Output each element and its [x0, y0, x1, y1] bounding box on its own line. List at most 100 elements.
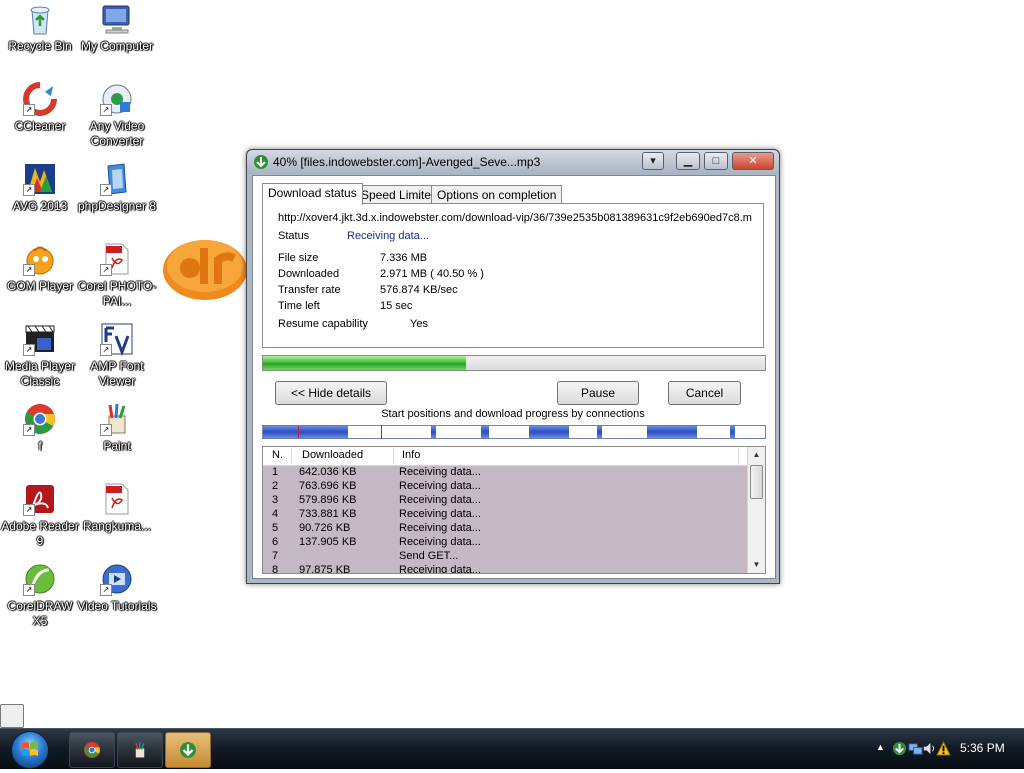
table-row[interactable]: 6 137.905 KB Receiving data...	[263, 536, 748, 550]
status-label: Status	[278, 230, 310, 242]
tab-download-status[interactable]: Download status	[262, 183, 363, 205]
cell-n: 3	[272, 494, 279, 506]
cell-n: 5	[272, 522, 279, 534]
connection-segment	[431, 426, 437, 438]
connection-segment	[263, 426, 349, 438]
video-tutorials-icon: ↗	[100, 562, 134, 596]
table-row[interactable]: 5 90.726 KB Receiving data...	[263, 522, 748, 536]
adobe-reader-icon: ↗	[23, 482, 57, 516]
column-divider[interactable]	[291, 449, 292, 463]
taskbar-chrome-button[interactable]	[69, 732, 115, 768]
column-header-downloaded[interactable]: Downloaded	[302, 449, 363, 461]
desktop-icon-label: AVG 2013	[12, 199, 68, 213]
desktop-icon-label: Adobe Reader 9	[1, 519, 79, 548]
maximize-icon: □	[712, 155, 720, 167]
taskbar-idm-button[interactable]	[165, 732, 211, 768]
table-row[interactable]: 4 733.881 KB Receiving data...	[263, 508, 748, 522]
column-divider[interactable]	[393, 449, 394, 463]
my-computer-icon	[100, 2, 134, 36]
download-progress-bar	[262, 355, 766, 371]
scroll-up-arrow-icon[interactable]: ▲	[748, 447, 765, 463]
cell-downloaded: 642.036 KB	[299, 466, 357, 478]
detail-row-downloaded: Downloaded 2.971 MB ( 40.50 % )	[278, 268, 484, 280]
column-header-info[interactable]: Info	[402, 449, 420, 461]
minimize-button[interactable]: ▁	[676, 152, 700, 170]
coreldraw-icon: ↗	[23, 562, 57, 596]
network-icon[interactable]	[908, 741, 923, 756]
connection-segment	[596, 426, 602, 438]
table-row[interactable]: 3 579.896 KB Receiving data...	[263, 494, 748, 508]
taskbar-paint-button[interactable]	[117, 732, 163, 768]
desktop-icon-chrome[interactable]: ↗ f	[0, 402, 80, 454]
desktop-icon-any-video-converter[interactable]: ↗ Any Video Converter	[77, 82, 157, 149]
table-vertical-scrollbar[interactable]: ▲ ▼	[747, 447, 765, 573]
start-button[interactable]	[11, 731, 49, 769]
cell-info: Receiving data...	[399, 564, 481, 574]
desktop-icon-phpdesigner[interactable]: ↗ phpDesigner 8	[77, 162, 157, 214]
detail-row-file-size: File size 7.336 MB	[278, 252, 427, 264]
windows-logo-icon	[22, 742, 38, 756]
column-header-n[interactable]: N.	[272, 449, 283, 461]
desktop-icon-label: phpDesigner 8	[77, 199, 157, 213]
cell-n: 7	[272, 550, 279, 562]
maximize-button[interactable]: □	[704, 152, 728, 170]
detail-row-transfer-rate: Transfer rate 576.874 KB/sec	[278, 284, 458, 296]
cell-downloaded: 733.881 KB	[299, 508, 357, 520]
desktop-icon-my-computer[interactable]: My Computer	[77, 2, 157, 54]
desktop-icon-adobe-reader[interactable]: ↗ Adobe Reader 9	[0, 482, 80, 549]
table-row[interactable]: 2 763.696 KB Receiving data...	[263, 480, 748, 494]
scroll-thumb[interactable]	[750, 465, 763, 499]
desktop-icon-avg[interactable]: ↗ AVG 2013	[0, 162, 80, 214]
shortcut-arrow-icon: ↗	[100, 184, 112, 196]
minimize-icon: ▁	[683, 155, 693, 167]
desktop-icon-video-tutorials[interactable]: ↗ Video Tutorials	[77, 562, 157, 614]
cell-n: 4	[272, 508, 279, 520]
system-clock[interactable]: 5:36 PM	[960, 741, 1005, 755]
shortcut-arrow-icon: ↗	[23, 344, 35, 356]
hide-details-button[interactable]: << Hide details	[275, 381, 387, 405]
desktop-icon-label: Rangkuma...	[82, 519, 152, 533]
tab-speed-limiter[interactable]: Speed Limiter	[355, 185, 442, 204]
desktop-icon-paint[interactable]: ↗ Paint	[77, 402, 157, 454]
tab-options-on-completion[interactable]: Options on completion	[431, 185, 563, 204]
close-button[interactable]: ✕	[732, 152, 774, 170]
idm-app-icon	[254, 155, 268, 169]
detail-label: File size	[278, 252, 319, 264]
cell-downloaded: 90.726 KB	[299, 522, 351, 534]
hide-to-tray-button[interactable]: ▾	[642, 152, 664, 170]
shortcut-arrow-icon: ↗	[100, 424, 112, 436]
show-hidden-icons-button[interactable]: ▲	[876, 742, 885, 752]
warning-icon[interactable]	[936, 741, 951, 756]
connection-start-marker	[298, 426, 300, 438]
desktop-icon-label: CCleaner	[14, 119, 66, 133]
desktop-icon-coreldraw[interactable]: ↗ CorelDRAW X5	[0, 562, 80, 629]
table-row[interactable]: 8 97.875 KB Receiving data...	[263, 564, 748, 574]
desktop-file-icon[interactable]	[0, 704, 24, 728]
cancel-button[interactable]: Cancel	[668, 381, 741, 405]
cell-n: 1	[272, 466, 279, 478]
shortcut-arrow-icon: ↗	[100, 584, 112, 596]
desktop-icon-amp-font-viewer[interactable]: ↗ AMP Font Viewer	[77, 322, 157, 389]
desktop-icon-gom-player[interactable]: ↗ GOM Player	[0, 242, 80, 294]
table-row[interactable]: 7 Send GET...	[263, 550, 748, 564]
scroll-down-arrow-icon[interactable]: ▼	[748, 557, 765, 573]
desktop-icon-rangkuman[interactable]: Rangkuma...	[77, 482, 157, 534]
desktop-icon-ccleaner[interactable]: ↗ CCleaner	[0, 82, 80, 134]
cell-n: 2	[272, 480, 279, 492]
detail-label: Transfer rate	[278, 284, 341, 296]
table-row[interactable]: 1 642.036 KB Receiving data...	[263, 466, 748, 480]
desktop-icon-recycle-bin[interactable]: Recycle Bin	[0, 2, 80, 54]
column-divider[interactable]	[738, 449, 739, 463]
progress-bar-fill	[263, 356, 467, 370]
idm-tray-icon[interactable]	[892, 741, 907, 756]
connection-segment	[529, 426, 570, 438]
shortcut-arrow-icon: ↗	[23, 264, 35, 276]
window-titlebar[interactable]: 40% [files.indowebster.com]-Avenged_Seve…	[247, 150, 779, 174]
download-status-panel: http://xover4.jkt.3d.x.indowebster.com/d…	[262, 203, 764, 348]
pause-button[interactable]: Pause	[557, 381, 639, 405]
desktop-icon-media-player-classic[interactable]: ↗ Media Player Classic	[0, 322, 80, 389]
chrome-icon: ↗	[23, 402, 57, 436]
desktop-icon-corel-photo-paint[interactable]: ↗ Corel PHOTO-PAI...	[77, 242, 157, 309]
volume-icon[interactable]	[922, 741, 937, 756]
wallpaper-logo-image	[163, 240, 247, 300]
